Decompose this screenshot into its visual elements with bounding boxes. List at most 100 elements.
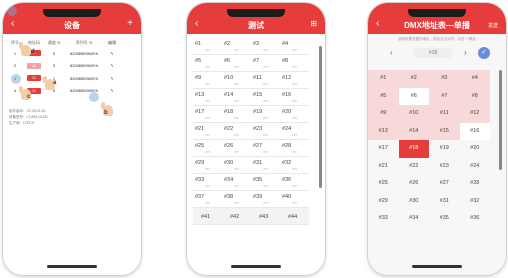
channel-cell[interactable]: #44 xyxy=(280,208,309,224)
chevron-right-icon[interactable]: › xyxy=(464,48,467,57)
channel-cell[interactable]: #3 255 xyxy=(251,38,280,54)
address-cell[interactable]: #24 xyxy=(460,158,491,176)
address-cell[interactable]: #15 xyxy=(429,122,460,140)
channel-cell[interactable]: #9 255 xyxy=(193,72,222,88)
channel-cell[interactable]: #10 255 xyxy=(222,72,251,88)
channel-cell[interactable]: #21 255 xyxy=(193,123,222,139)
edit-icon[interactable]: ✎ xyxy=(105,63,119,68)
table-row[interactable]: 2 11 5 8205BB9960FA ✎ xyxy=(7,60,137,73)
add-device-button[interactable]: + xyxy=(127,19,133,29)
channel-cell[interactable]: #37 255 xyxy=(193,191,222,207)
channel-cell[interactable]: #24 255 xyxy=(280,123,309,139)
channel-cell[interactable]: #38 255 xyxy=(222,191,251,207)
channel-cell[interactable]: #43 xyxy=(251,208,280,224)
channel-cell[interactable]: #25 255 xyxy=(193,140,222,156)
channel-cell[interactable]: #6 255 xyxy=(222,55,251,71)
channel-cell[interactable]: #41 xyxy=(193,208,222,224)
address-cell[interactable]: #2 xyxy=(398,70,429,88)
address-cell[interactable]: #1 xyxy=(368,70,399,88)
column-header-channels[interactable]: 通道 ⇅ xyxy=(45,40,63,46)
address-cell[interactable]: #20 xyxy=(460,140,491,158)
send-button[interactable]: 发送 xyxy=(488,21,498,31)
channel-cell[interactable]: #39 255 xyxy=(251,191,280,207)
channel-cell[interactable]: #36 255 xyxy=(280,174,309,190)
address-cell[interactable]: #10 xyxy=(398,105,429,123)
address-cell[interactable]: #12 xyxy=(459,105,490,123)
channel-cell[interactable]: #17 255 xyxy=(193,106,222,122)
channel-cell[interactable]: #27 255 xyxy=(251,140,280,156)
address-cell[interactable]: #17 xyxy=(368,140,399,158)
channel-cell[interactable]: #11 255 xyxy=(251,72,280,88)
channel-cell[interactable]: #28 255 xyxy=(280,140,309,156)
channel-cell[interactable]: #12 255 xyxy=(280,72,309,88)
edit-icon[interactable]: ✎ xyxy=(105,76,119,81)
address-cell[interactable]: #35 xyxy=(429,210,460,228)
address-cell[interactable]: #33 xyxy=(368,210,399,228)
address-button[interactable]: 21 xyxy=(27,75,41,82)
address-cell[interactable]: #6 xyxy=(398,87,429,105)
channel-cell[interactable]: #35 255 xyxy=(251,174,280,190)
scrollbar[interactable] xyxy=(319,46,322,188)
channel-cell[interactable]: #2 255 xyxy=(222,38,251,54)
channel-cell[interactable]: #7 255 xyxy=(251,55,280,71)
scrollbar[interactable] xyxy=(499,70,502,170)
address-cell[interactable]: #32 xyxy=(460,193,491,211)
address-cell[interactable]: #4 xyxy=(459,70,490,88)
channel-cell[interactable]: #16 255 xyxy=(280,89,309,105)
address-cell[interactable]: #28 xyxy=(460,175,491,193)
channel-cell[interactable]: #33 255 xyxy=(193,174,222,190)
channel-cell[interactable]: #32 255 xyxy=(280,157,309,173)
address-cell[interactable]: #30 xyxy=(399,193,430,211)
grid-row: #1 #2 #3 #4 xyxy=(368,70,490,88)
table-row[interactable]: 3 21 1 8205BB9960FA ✎ xyxy=(7,72,137,85)
address-cell[interactable]: #9 xyxy=(368,105,399,123)
channel-cell[interactable]: #23 255 xyxy=(251,123,280,139)
channel-cell[interactable]: #34 255 xyxy=(222,174,251,190)
channel-cell[interactable]: #19 255 xyxy=(251,106,280,122)
channel-cell[interactable]: #42 xyxy=(222,208,251,224)
address-cell[interactable]: #34 xyxy=(399,210,430,228)
address-cell[interactable]: #13 xyxy=(368,122,399,140)
channel-cell[interactable]: #26 255 xyxy=(222,140,251,156)
chevron-left-icon[interactable]: ‹ xyxy=(390,48,393,57)
address-cell[interactable]: #14 xyxy=(398,122,429,140)
address-cell[interactable]: #3 xyxy=(429,70,460,88)
address-cell[interactable]: #27 xyxy=(429,175,460,193)
confirm-check-icon[interactable]: ✓ xyxy=(478,47,490,59)
column-header-serial[interactable]: 序列号 ⇅ xyxy=(63,40,105,46)
address-cell[interactable]: #26 xyxy=(399,175,430,193)
channel-cell[interactable]: #5 255 xyxy=(193,55,222,71)
address-cell[interactable]: #19 xyxy=(429,140,460,158)
address-cell[interactable]: #25 xyxy=(368,175,399,193)
address-cell[interactable]: #29 xyxy=(368,193,399,211)
channel-cell[interactable]: #15 255 xyxy=(251,89,280,105)
channel-cell[interactable]: #40 255 xyxy=(280,191,309,207)
channel-cell[interactable]: #29 255 xyxy=(193,157,222,173)
address-cell[interactable]: #22 xyxy=(399,158,430,176)
address-cell-selected[interactable]: #18 xyxy=(398,140,429,158)
edit-icon[interactable]: ✎ xyxy=(105,88,119,93)
channel-cell[interactable]: #20 255 xyxy=(280,106,309,122)
address-cell[interactable]: #7 xyxy=(429,87,460,105)
address-cell[interactable]: #11 xyxy=(429,105,460,123)
channel-cell[interactable]: #30 255 xyxy=(222,157,251,173)
channel-cell[interactable]: #31 255 xyxy=(251,157,280,173)
channel-cell[interactable]: #18 255 xyxy=(222,106,251,122)
channel-cell[interactable]: #22 255 xyxy=(222,123,251,139)
channel-cell[interactable]: #14 255 xyxy=(222,89,251,105)
address-cell[interactable]: #16 xyxy=(459,122,490,140)
channel-cell[interactable]: #1 255 xyxy=(193,38,222,54)
channel-cell[interactable]: #4 255 xyxy=(280,38,309,54)
grid-row: #37 255 #38 255 #39 255 #40 255 xyxy=(193,191,309,208)
grid-icon[interactable]: ⊞ xyxy=(310,19,317,29)
channel-cell[interactable]: #8 255 xyxy=(280,55,309,71)
address-cell[interactable]: #5 xyxy=(368,87,399,105)
address-cell[interactable]: #21 xyxy=(368,158,399,176)
address-cell[interactable]: #31 xyxy=(429,193,460,211)
channel-cell[interactable]: #13 255 xyxy=(193,89,222,105)
address-cell[interactable]: #23 xyxy=(429,158,460,176)
edit-icon[interactable]: ✎ xyxy=(105,51,119,56)
address-cell[interactable]: #36 xyxy=(460,210,491,228)
address-cell[interactable]: #8 xyxy=(459,87,490,105)
address-button[interactable]: 11 xyxy=(27,62,41,69)
